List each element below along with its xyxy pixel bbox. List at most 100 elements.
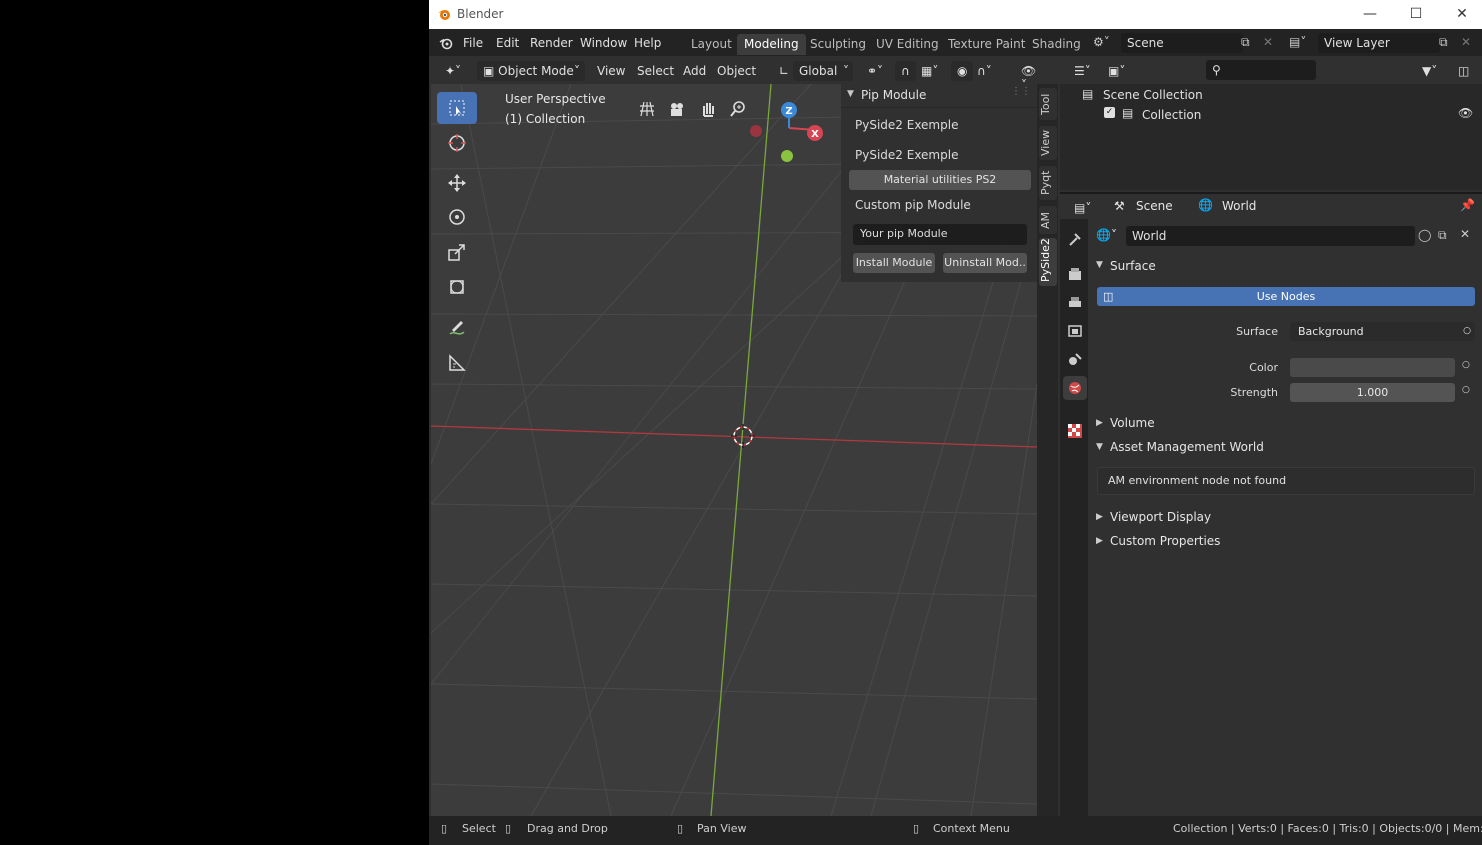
- move-tool[interactable]: [437, 167, 477, 199]
- tab-tool[interactable]: Tool: [1039, 88, 1057, 120]
- pivot-icon[interactable]: ⚭˅: [861, 61, 889, 81]
- pip-module-input[interactable]: Your pip Module: [853, 224, 1027, 245]
- view-layer-field[interactable]: View Layer: [1318, 33, 1440, 53]
- menu-select[interactable]: Select: [631, 61, 680, 81]
- color-swatch[interactable]: [1290, 358, 1455, 377]
- maximize-button[interactable]: ☐: [1401, 4, 1431, 24]
- status-drag: Drag and Drop: [527, 822, 608, 835]
- orientation-label: Global: [799, 64, 838, 78]
- tab-am[interactable]: AM: [1039, 206, 1057, 234]
- measure-tool[interactable]: [437, 347, 477, 379]
- menu-add[interactable]: Add: [677, 61, 712, 81]
- outliner-row-scene-collection[interactable]: ▤ Scene Collection: [1060, 85, 1482, 105]
- install-module-button[interactable]: Install Module: [853, 253, 935, 273]
- surface-dropdown[interactable]: Background ○: [1290, 322, 1475, 341]
- title-bar: Blender — ☐ ✕: [429, 0, 1482, 29]
- new-scene-icon[interactable]: ⧉: [1241, 35, 1250, 50]
- pin-icon[interactable]: 📌: [1460, 198, 1475, 212]
- delete-view-layer-icon[interactable]: ✕: [1461, 35, 1471, 49]
- menu-render[interactable]: Render: [530, 36, 573, 50]
- snap-target-icon[interactable]: ▦˅: [915, 61, 944, 81]
- tab-view[interactable]: View: [1039, 126, 1057, 160]
- pip-module-header[interactable]: ▼ Pip Module ⋮⋮: [841, 84, 1037, 108]
- scene-field[interactable]: Scene: [1121, 33, 1243, 53]
- tab-pyqt[interactable]: Pyqt: [1039, 166, 1057, 200]
- outliner-search-input[interactable]: ⚲: [1206, 60, 1316, 80]
- tool-properties-icon[interactable]: [1063, 227, 1087, 251]
- tab-uv-editing[interactable]: UV Editing: [869, 34, 946, 55]
- scene-collection-icon: ▤: [1082, 87, 1094, 101]
- drag-handle-icon[interactable]: ⋮⋮: [1011, 86, 1031, 97]
- strength-socket-icon[interactable]: ○: [1462, 385, 1470, 395]
- 3d-viewport[interactable]: User Perspective (1) Collection Z X ▼ Pi…: [431, 84, 1037, 816]
- snap-icon[interactable]: ∩: [895, 61, 916, 81]
- select-box-tool[interactable]: [437, 92, 477, 124]
- display-mode-icon[interactable]: ▣˅: [1102, 61, 1131, 81]
- properties-editor-type-icon[interactable]: ▤˅: [1068, 198, 1097, 218]
- duplicate-world-icon[interactable]: ⧉: [1438, 228, 1447, 243]
- strength-field[interactable]: 1.000: [1290, 383, 1455, 402]
- tab-pyside2[interactable]: PySide2: [1039, 238, 1057, 286]
- collection-checkbox[interactable]: ✓: [1104, 107, 1115, 118]
- zoom-icon[interactable]: [725, 96, 751, 122]
- outliner: ▤ Scene Collection ✓ ▤ Collection 👁: [1060, 84, 1482, 190]
- world-browse-icon[interactable]: 🌐˅: [1096, 228, 1117, 242]
- new-view-layer-icon[interactable]: ⧉: [1439, 35, 1448, 50]
- cursor-tool[interactable]: [437, 127, 477, 159]
- visibility-icon[interactable]: 👁˅: [1015, 61, 1042, 92]
- menu-view[interactable]: View: [591, 61, 631, 81]
- minimize-button[interactable]: —: [1355, 4, 1385, 24]
- outliner-row-collection[interactable]: ✓ ▤ Collection 👁: [1060, 105, 1482, 125]
- eye-icon[interactable]: 👁: [1458, 106, 1473, 120]
- fake-user-shield-icon[interactable]: ◯: [1418, 228, 1431, 242]
- view-layer-icon[interactable]: ▤˅: [1289, 35, 1306, 49]
- toolbar: [431, 84, 479, 384]
- tab-layout[interactable]: Layout: [684, 34, 739, 55]
- world-properties-icon[interactable]: [1063, 376, 1087, 400]
- use-nodes-button[interactable]: ◫ Use Nodes: [1097, 287, 1475, 306]
- outliner-editor-type-icon[interactable]: ☰˅: [1068, 61, 1097, 81]
- transform-tool[interactable]: [437, 271, 477, 303]
- menu-edit[interactable]: Edit: [496, 36, 519, 50]
- orientation-icon[interactable]: ∟: [773, 61, 795, 81]
- ortho-toggle-icon[interactable]: [634, 96, 660, 122]
- world-name-field[interactable]: World: [1126, 226, 1415, 246]
- menu-object[interactable]: Object: [711, 61, 762, 81]
- scene-selector-icon[interactable]: ⚙˅: [1093, 35, 1110, 49]
- close-button[interactable]: ✕: [1447, 4, 1477, 24]
- navigation-gizmo[interactable]: Z X: [767, 96, 833, 162]
- orientation-dropdown[interactable]: Global ˅: [793, 61, 853, 81]
- scale-tool[interactable]: [437, 236, 477, 268]
- output-properties-icon[interactable]: [1063, 291, 1087, 315]
- menu-help[interactable]: Help: [634, 36, 661, 50]
- blender-menu-icon[interactable]: [439, 36, 453, 50]
- gizmo-neg-x-dot[interactable]: [749, 124, 763, 138]
- camera-view-icon[interactable]: [664, 96, 690, 122]
- color-socket-icon[interactable]: ○: [1462, 360, 1470, 370]
- 3d-cursor-icon[interactable]: [730, 423, 756, 449]
- texture-properties-icon[interactable]: [1063, 419, 1087, 443]
- rotate-tool[interactable]: [437, 201, 477, 233]
- mode-dropdown[interactable]: ▣ Object Mode ˅: [477, 61, 585, 81]
- uninstall-module-button[interactable]: Uninstall Mod..: [943, 253, 1027, 273]
- scene-icon: ⚒: [1114, 199, 1125, 213]
- scene-properties-icon[interactable]: [1063, 347, 1087, 371]
- material-utilities-button[interactable]: Material utilities PS2: [849, 170, 1031, 190]
- delete-scene-icon[interactable]: ✕: [1263, 35, 1273, 49]
- menu-file[interactable]: File: [463, 36, 483, 50]
- view-layer-properties-icon[interactable]: [1063, 319, 1087, 343]
- tab-shading[interactable]: Shading: [1025, 34, 1088, 55]
- new-collection-icon[interactable]: ◫: [1452, 61, 1475, 81]
- tab-modeling[interactable]: Modeling: [737, 34, 806, 55]
- falloff-icon[interactable]: ∩˅: [971, 61, 998, 81]
- tab-texture-paint[interactable]: Texture Paint: [941, 34, 1032, 55]
- render-properties-icon[interactable]: [1063, 262, 1087, 286]
- filter-icon[interactable]: ▼˅: [1416, 61, 1443, 81]
- scene-collection-label: Scene Collection: [1103, 88, 1203, 102]
- menu-window[interactable]: Window: [580, 36, 627, 50]
- annotate-tool[interactable]: [437, 312, 477, 344]
- pan-hand-icon[interactable]: [695, 96, 721, 122]
- editor-type-icon[interactable]: ✦˅: [439, 61, 467, 81]
- unlink-world-icon[interactable]: ✕: [1460, 227, 1470, 241]
- tab-sculpting[interactable]: Sculpting: [803, 34, 873, 55]
